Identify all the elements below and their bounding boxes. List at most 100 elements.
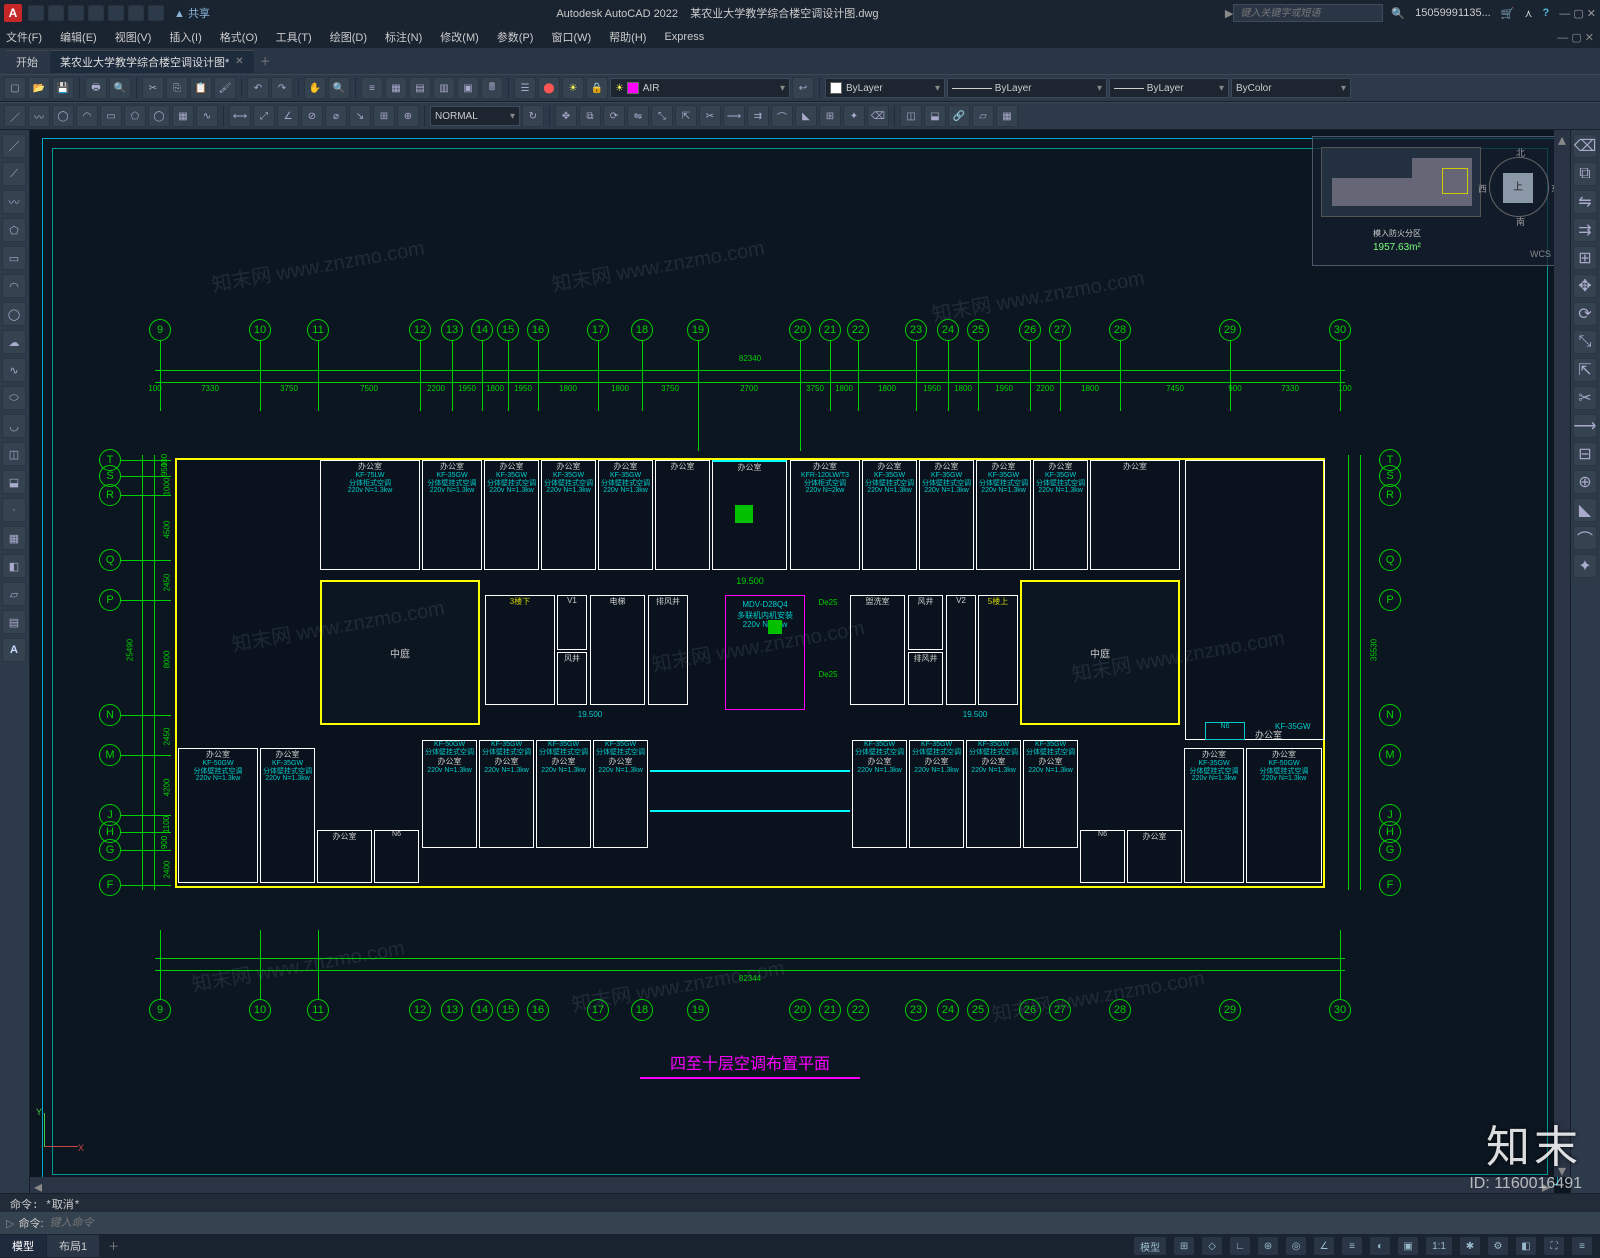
copy-icon[interactable]: ⎘ xyxy=(166,77,188,99)
point-icon[interactable]: · xyxy=(2,498,26,522)
hatch2-icon[interactable]: ▦ xyxy=(2,526,26,550)
tab-close-icon[interactable]: ✕ xyxy=(235,56,243,67)
otrack-toggle-icon[interactable]: ∠ xyxy=(1314,1237,1334,1255)
polar-toggle-icon[interactable]: ⊛ xyxy=(1258,1237,1278,1255)
erase-icon[interactable]: ⌫ xyxy=(867,105,889,127)
plot-style-select[interactable]: ByColor ▾ xyxy=(1231,78,1351,98)
gear-icon[interactable]: ⚙ xyxy=(1488,1237,1508,1255)
move2-icon[interactable]: ✥ xyxy=(1573,274,1597,298)
offset2-icon[interactable]: ⇉ xyxy=(1573,218,1597,242)
layer-manager-icon[interactable]: ☰ xyxy=(514,77,536,99)
share-button[interactable]: ▲ 共享 xyxy=(174,5,210,21)
design-center-icon[interactable]: ▦ xyxy=(385,77,407,99)
tolerance-icon[interactable]: ⊞ xyxy=(373,105,395,127)
region2-icon[interactable]: ▱ xyxy=(2,582,26,606)
layer-off-icon[interactable]: ⬤ xyxy=(538,77,560,99)
leader-icon[interactable]: ↘ xyxy=(349,105,371,127)
chamfer-icon[interactable]: ◣ xyxy=(795,105,817,127)
transparency-icon[interactable]: ◐ xyxy=(1370,1237,1390,1255)
make-block-icon[interactable]: ⬓ xyxy=(2,470,26,494)
dim-radius-icon[interactable]: ⊘ xyxy=(301,105,323,127)
extend2-icon[interactable]: ⟶ xyxy=(1573,414,1597,438)
cut-icon[interactable]: ✂ xyxy=(142,77,164,99)
snap-toggle-icon[interactable]: ◇ xyxy=(1202,1237,1222,1255)
dim-diameter-icon[interactable]: ⌀ xyxy=(325,105,347,127)
user-label[interactable]: 15059991135... xyxy=(1415,7,1491,19)
tab-start[interactable]: 开始 xyxy=(6,50,48,73)
ellipse2-icon[interactable]: ⬭ xyxy=(2,386,26,410)
hatch-tool-icon[interactable]: ▦ xyxy=(172,105,194,127)
minimize-button[interactable]: — xyxy=(1559,8,1570,20)
print-icon[interactable]: 🖶 xyxy=(85,77,107,99)
menu-view[interactable]: 视图(V) xyxy=(115,29,152,45)
join-icon[interactable]: ⊕ xyxy=(1573,470,1597,494)
sheet-set-icon[interactable]: ▥ xyxy=(433,77,455,99)
xline-icon[interactable]: ⟋ xyxy=(2,162,26,186)
properties-icon[interactable]: ≡ xyxy=(361,77,383,99)
center-mark-icon[interactable]: ⊕ xyxy=(397,105,419,127)
rect-tool-icon[interactable]: ▭ xyxy=(100,105,122,127)
qat-open-icon[interactable] xyxy=(48,5,64,21)
qat-redo-icon[interactable] xyxy=(148,5,164,21)
h-scrollbar[interactable]: ◂ ▸ xyxy=(30,1177,1554,1193)
customize-icon[interactable]: ≡ xyxy=(1572,1237,1592,1255)
insert2-icon[interactable]: ◫ xyxy=(2,442,26,466)
break-icon[interactable]: ⊟ xyxy=(1573,442,1597,466)
app-logo[interactable]: A xyxy=(4,4,22,22)
circle2-icon[interactable]: ◯ xyxy=(2,302,26,326)
tab-modelspace[interactable]: 模型 xyxy=(0,1235,46,1257)
layer-select[interactable]: ☀ AIR ▾ xyxy=(610,78,790,98)
zoom-icon[interactable]: 🔍 xyxy=(328,77,350,99)
cart-icon[interactable]: 🛒 xyxy=(1501,7,1515,20)
qp-toggle-icon[interactable]: ▣ xyxy=(1398,1237,1418,1255)
chamfer2-icon[interactable]: ◣ xyxy=(1573,498,1597,522)
tab-add-button[interactable]: ＋ xyxy=(260,53,271,69)
redo-icon[interactable]: ↷ xyxy=(271,77,293,99)
qat-new-icon[interactable] xyxy=(28,5,44,21)
ortho-toggle-icon[interactable]: ∟ xyxy=(1230,1237,1250,1255)
spline-tool-icon[interactable]: ∿ xyxy=(196,105,218,127)
rotate2-icon[interactable]: ⟳ xyxy=(1573,302,1597,326)
menu-tools[interactable]: 工具(T) xyxy=(276,29,312,45)
dim-angular-icon[interactable]: ∠ xyxy=(277,105,299,127)
polygon-icon[interactable]: ⬠ xyxy=(2,218,26,242)
table-icon[interactable]: ▦ xyxy=(996,105,1018,127)
menu-format[interactable]: 格式(O) xyxy=(220,29,258,45)
color-select[interactable]: ByLayer ▾ xyxy=(825,78,945,98)
region-icon[interactable]: ▱ xyxy=(972,105,994,127)
lineweight-select[interactable]: ByLayer ▾ xyxy=(1109,78,1229,98)
drawing-canvas[interactable]: 9 10 11 12 13 14 15 16 17 18 19 20 21 22… xyxy=(30,130,1570,1193)
menu-dim[interactable]: 标注(N) xyxy=(385,29,422,45)
offset-icon[interactable]: ⇉ xyxy=(747,105,769,127)
iso-toggle-icon[interactable]: ◧ xyxy=(1516,1237,1536,1255)
rotate-icon[interactable]: ⟳ xyxy=(603,105,625,127)
table2-icon[interactable]: ▤ xyxy=(2,610,26,634)
dim-aligned-icon[interactable]: ⤢ xyxy=(253,105,275,127)
spline2-icon[interactable]: ∿ xyxy=(2,358,26,382)
line-icon[interactable]: ／ xyxy=(2,134,26,158)
menu-window[interactable]: 窗口(W) xyxy=(551,29,591,45)
stretch2-icon[interactable]: ⇱ xyxy=(1573,358,1597,382)
xref-icon[interactable]: 🔗 xyxy=(948,105,970,127)
ellipse-tool-icon[interactable]: ◯ xyxy=(148,105,170,127)
menu-file[interactable]: 文件(F) xyxy=(6,29,42,45)
mirror2-icon[interactable]: ⇋ xyxy=(1573,190,1597,214)
grid-toggle-icon[interactable]: ⊞ xyxy=(1174,1237,1194,1255)
anno-vis-icon[interactable]: ✱ xyxy=(1460,1237,1480,1255)
help-icon[interactable]: ? xyxy=(1543,7,1550,19)
explode-icon[interactable]: ✦ xyxy=(843,105,865,127)
autodesk-icon[interactable]: ⋏ xyxy=(1524,7,1532,20)
command-input[interactable] xyxy=(50,1217,1594,1229)
qat-saveas-icon[interactable] xyxy=(88,5,104,21)
fillet2-icon[interactable]: ⌒ xyxy=(1573,526,1597,550)
arc2-icon[interactable]: ◠ xyxy=(2,274,26,298)
lwt-toggle-icon[interactable]: ≡ xyxy=(1342,1237,1362,1255)
menu-edit[interactable]: 编辑(E) xyxy=(60,29,97,45)
nav-panel[interactable]: 模入防火分区 1957.63m² WCS 北 南 东 西 上 xyxy=(1312,136,1562,266)
ellipse-arc-icon[interactable]: ◡ xyxy=(2,414,26,438)
array2-icon[interactable]: ⊞ xyxy=(1573,246,1597,270)
tab-file[interactable]: 某农业大学教学综合楼空调设计图* ✕ xyxy=(50,50,254,73)
fillet-icon[interactable]: ⌒ xyxy=(771,105,793,127)
search-icon[interactable]: 🔍 xyxy=(1391,7,1405,20)
preview-icon[interactable]: 🔍 xyxy=(109,77,131,99)
